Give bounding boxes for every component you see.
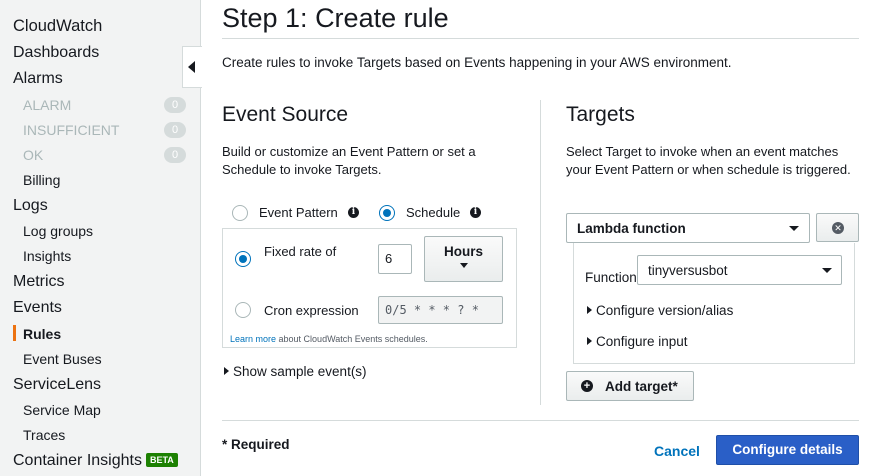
cancel-button[interactable]: Cancel	[654, 443, 700, 459]
event-source-title: Event Source	[222, 103, 349, 126]
sidebar-item-cloudwatch[interactable]: CloudWatch	[13, 17, 102, 36]
sidebar-collapse-button[interactable]	[182, 46, 202, 88]
event-pattern-info-icon[interactable]: i	[348, 207, 359, 218]
function-label: Function	[585, 270, 637, 285]
chevron-down-icon	[822, 268, 832, 273]
ok-count-badge: 0	[164, 147, 186, 163]
caret-left-icon	[188, 61, 195, 73]
sidebar-item-rules[interactable]: Rules	[23, 326, 61, 342]
function-value: tinyversusbot	[648, 263, 728, 278]
alarm-count-badge: 0	[164, 97, 186, 113]
title-divider	[222, 38, 859, 39]
close-icon: ✕	[832, 222, 844, 234]
page-intro: Create rules to invoke Targets based on …	[222, 55, 732, 70]
add-target-button[interactable]: + Add target*	[566, 371, 694, 401]
required-note: * Required	[222, 437, 290, 452]
learn-more-text: about CloudWatch Events schedules.	[276, 334, 428, 344]
sidebar-item-billing[interactable]: Billing	[23, 172, 60, 188]
caret-right-icon	[587, 306, 592, 314]
event-source-description: Build or customize an Event Pattern or s…	[222, 144, 476, 177]
fixed-rate-radio[interactable]	[235, 251, 251, 267]
configure-version-toggle[interactable]: Configure version/alias	[587, 303, 733, 318]
column-divider	[540, 100, 541, 405]
cron-radio[interactable]	[235, 302, 251, 318]
learn-more-link[interactable]: Learn more	[230, 334, 276, 344]
fixed-rate-label: Fixed rate of	[264, 244, 337, 259]
chevron-down-icon	[459, 263, 468, 268]
targets-title: Targets	[566, 103, 635, 126]
show-sample-label: Show sample event(s)	[233, 364, 367, 379]
footer-divider	[222, 420, 859, 421]
sidebar-item-service-map[interactable]: Service Map	[23, 402, 101, 418]
event-pattern-radio[interactable]	[232, 205, 248, 221]
event-pattern-label[interactable]: Event Pattern	[259, 205, 338, 220]
targets-description: Select Target to invoke when an event ma…	[566, 144, 851, 177]
sidebar-item-insufficient[interactable]: INSUFFICIENT	[23, 122, 119, 138]
sidebar-item-servicelens[interactable]: ServiceLens	[13, 376, 101, 394]
fixed-rate-input[interactable]: 6	[378, 244, 412, 274]
chevron-down-icon	[789, 226, 799, 231]
configure-input-label: Configure input	[596, 334, 688, 349]
caret-right-icon	[224, 367, 229, 375]
sidebar-item-traces[interactable]: Traces	[23, 427, 65, 443]
remove-target-button[interactable]: ✕	[816, 213, 859, 242]
schedule-radio[interactable]	[379, 205, 395, 221]
schedule-info-icon[interactable]: i	[470, 207, 481, 218]
insufficient-count-badge: 0	[164, 122, 186, 138]
sidebar-item-metrics[interactable]: Metrics	[13, 273, 65, 291]
sidebar-item-alarms[interactable]: Alarms	[13, 70, 63, 88]
sidebar-item-label: Container Insights	[13, 452, 142, 469]
cron-label: Cron expression	[264, 303, 359, 318]
sidebar-item-dashboards[interactable]: Dashboards	[13, 44, 99, 62]
sidebar-item-ok[interactable]: OK	[23, 147, 43, 163]
rate-unit-dropdown[interactable]: Hours	[424, 236, 503, 282]
sidebar-item-container-insights[interactable]: Container Insights BETA	[13, 452, 178, 470]
sidebar: CloudWatch Dashboards Alarms ALARM 0 INS…	[0, 0, 201, 476]
target-type-value: Lambda function	[577, 221, 686, 236]
sidebar-item-event-buses[interactable]: Event Buses	[23, 351, 102, 367]
configure-details-button[interactable]: Configure details	[716, 435, 859, 465]
plus-icon: +	[581, 380, 593, 392]
active-indicator	[13, 325, 16, 341]
cron-expression-input[interactable]: 0/5 * * * ? *	[378, 296, 503, 324]
rate-unit-label: Hours	[443, 244, 483, 259]
sidebar-item-alarm-state[interactable]: ALARM	[23, 97, 71, 113]
page-title: Step 1: Create rule	[222, 3, 449, 33]
sidebar-item-events[interactable]: Events	[13, 299, 62, 317]
schedule-label[interactable]: Schedule	[406, 205, 460, 220]
configure-input-toggle[interactable]: Configure input	[587, 334, 688, 349]
add-target-label: Add target*	[605, 379, 678, 394]
sidebar-item-log-groups[interactable]: Log groups	[23, 223, 93, 239]
learn-more-note: Learn more about CloudWatch Events sched…	[230, 334, 428, 344]
sidebar-item-logs[interactable]: Logs	[13, 197, 48, 215]
sidebar-item-insights[interactable]: Insights	[23, 248, 71, 264]
function-select[interactable]: tinyversusbot	[637, 255, 842, 285]
configure-version-label: Configure version/alias	[596, 303, 734, 318]
caret-right-icon	[587, 337, 592, 345]
beta-badge: BETA	[145, 453, 178, 467]
target-type-select[interactable]: Lambda function	[566, 213, 810, 243]
show-sample-events-toggle[interactable]: Show sample event(s)	[224, 364, 367, 379]
